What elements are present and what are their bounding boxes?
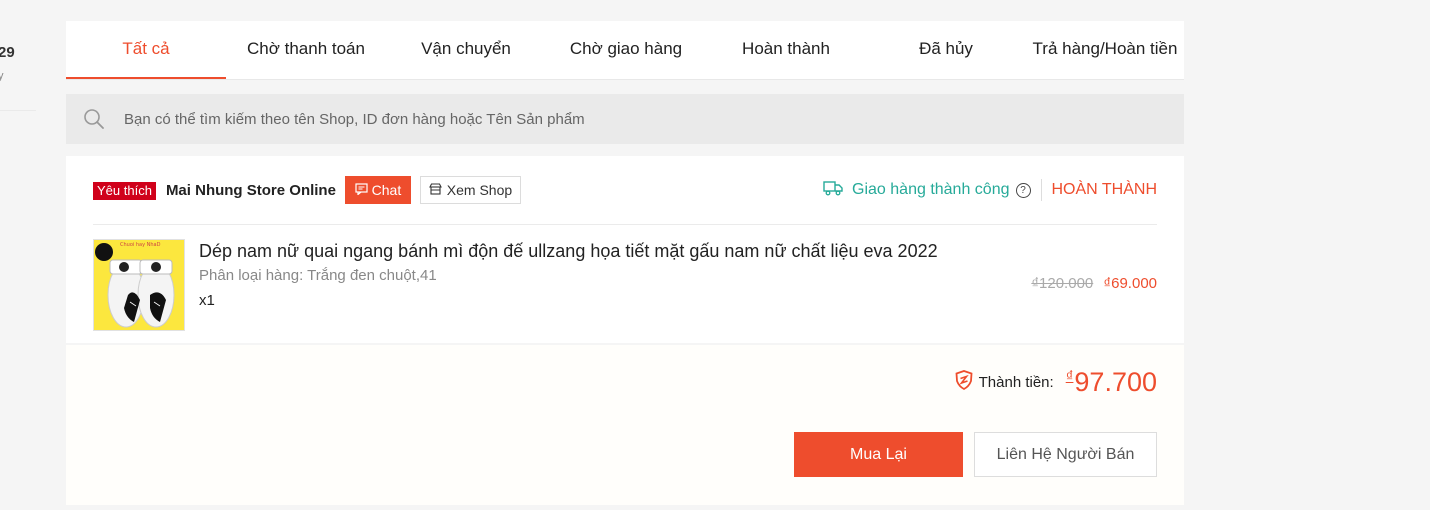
order-total: Thành tiền: ₫97.700 xyxy=(955,367,1157,398)
original-price: ₫120.000 xyxy=(1031,275,1094,292)
tab-shipping[interactable]: Vận chuyển xyxy=(386,21,546,79)
view-shop-button[interactable]: Xem Shop xyxy=(419,176,521,204)
tab-completed[interactable]: Hoàn thành xyxy=(706,21,866,79)
svg-text:Chuoi hay NhaD: Chuoi hay NhaD xyxy=(120,242,161,248)
product-prices: ₫120.000 ₫69.000 xyxy=(1031,275,1157,292)
chat-button[interactable]: Chat xyxy=(344,176,411,204)
shop-icon xyxy=(428,182,442,198)
total-amount: ₫97.700 xyxy=(1066,367,1157,398)
tab-cancelled[interactable]: Đã hủy xyxy=(866,21,1026,79)
product-info: Dép nam nữ quai ngang bánh mì độn đế ull… xyxy=(199,239,938,309)
product-thumbnail: Chuoi hay NhaD xyxy=(93,239,185,331)
tab-all[interactable]: Tất cả xyxy=(66,21,226,79)
contact-seller-button[interactable]: Liên Hệ Người Bán xyxy=(974,432,1157,477)
total-currency: ₫ xyxy=(1065,368,1074,385)
view-shop-label: Xem Shop xyxy=(446,182,513,198)
tab-returns-refunds[interactable]: Trả hàng/Hoàn tiền xyxy=(1026,21,1184,79)
search-icon xyxy=(82,107,106,131)
total-value: 97.700 xyxy=(1074,367,1157,397)
tab-pending-payment[interactable]: Chờ thanh toán xyxy=(226,21,386,79)
order-status-area: Giao hàng thành công ? HOÀN THÀNH xyxy=(823,179,1157,201)
order-status: HOÀN THÀNH xyxy=(1051,181,1158,198)
sidebar-divider xyxy=(0,110,36,111)
shop-name[interactable]: Mai Nhung Store Online xyxy=(166,182,336,199)
product-name[interactable]: Dép nam nữ quai ngang bánh mì độn đế ull… xyxy=(199,239,938,263)
shield-icon xyxy=(955,370,973,395)
chat-icon xyxy=(355,182,368,198)
left-sidebar-fragment: 29 y xyxy=(0,0,40,510)
order-actions: Mua Lại Liên Hệ Người Bán xyxy=(794,432,1157,477)
delivery-status[interactable]: Giao hàng thành công xyxy=(852,181,1009,199)
tab-awaiting-delivery[interactable]: Chờ giao hàng xyxy=(546,21,706,79)
order-tabs: Tất cả Chờ thanh toán Vận chuyển Chờ gia… xyxy=(66,21,1184,80)
help-icon[interactable]: ? xyxy=(1015,182,1031,198)
product-quantity: x1 xyxy=(199,292,215,309)
sidebar-subtext: y xyxy=(0,70,4,82)
orders-panel: Tất cả Chờ thanh toán Vận chuyển Chờ gia… xyxy=(66,21,1184,505)
status-divider xyxy=(1040,179,1042,201)
order-search-input[interactable] xyxy=(124,110,1024,128)
sale-price: ₫69.000 xyxy=(1103,275,1157,292)
order-footer: Thành tiền: ₫97.700 Mua Lại Liên Hệ Ngườ… xyxy=(66,345,1184,505)
chat-label: Chat xyxy=(371,182,402,198)
order-search-bar xyxy=(66,94,1184,144)
total-label: Thành tiền: xyxy=(978,374,1054,391)
buy-again-button[interactable]: Mua Lại xyxy=(794,432,963,477)
shop-header: Yêu thích Mai Nhung Store Online Chat Xe… xyxy=(93,156,1157,225)
favorite-badge: Yêu thích xyxy=(93,182,156,200)
truck-icon xyxy=(823,180,843,201)
product-row[interactable]: Chuoi hay NhaD Dép nam nữ quai ngang bán… xyxy=(93,225,1157,343)
order-card: Yêu thích Mai Nhung Store Online Chat Xe… xyxy=(66,156,1184,343)
product-variant: Phân loại hàng: Trắng đen chuột,41 xyxy=(199,267,437,284)
sidebar-count: 29 xyxy=(0,44,15,61)
